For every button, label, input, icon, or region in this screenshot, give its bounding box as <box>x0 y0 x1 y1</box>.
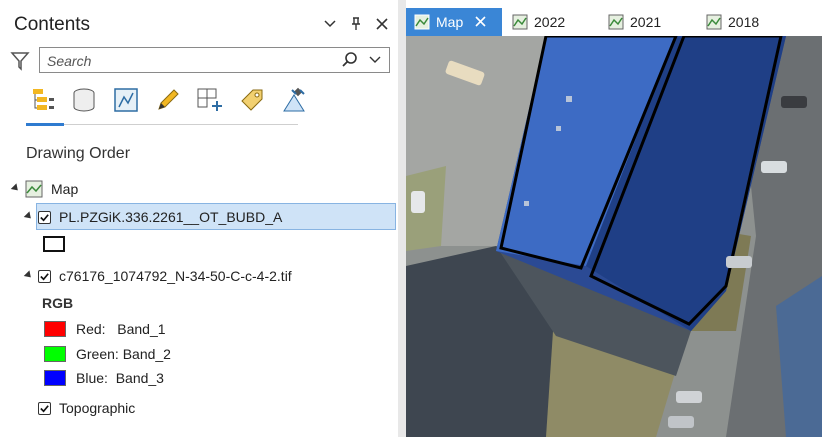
color-swatch <box>44 346 66 362</box>
map-icon <box>706 14 722 30</box>
tab-2021[interactable]: 2021 <box>600 8 661 36</box>
color-swatch <box>44 370 66 386</box>
contents-toolbar <box>26 85 310 115</box>
rgb-heading: RGB <box>42 295 74 311</box>
editing-pencil-icon[interactable] <box>152 85 184 115</box>
data-source-icon[interactable] <box>68 85 100 115</box>
pin-icon[interactable] <box>348 14 364 34</box>
pane-controls <box>322 14 390 34</box>
drawing-order-icon[interactable] <box>26 85 58 115</box>
tree-item-map[interactable]: Map <box>10 180 79 198</box>
pane-splitter[interactable] <box>398 0 406 437</box>
layer-visibility-checkbox[interactable] <box>38 401 51 415</box>
perspective-imagery-satellite-icon[interactable] <box>278 85 310 115</box>
tree-item-label: Map <box>51 181 79 197</box>
pane-options-chevron-icon[interactable] <box>322 14 338 34</box>
search-input[interactable] <box>45 51 339 71</box>
band-red[interactable]: Red: Band_1 <box>44 321 166 337</box>
tree-item-label: PL.PZGiK.336.2261__OT_BUBD_A <box>59 209 283 225</box>
tree-item-label: Topographic <box>59 400 136 416</box>
band-blue[interactable]: Blue: Band_3 <box>44 370 164 386</box>
map-icon <box>608 14 624 30</box>
expand-arrow-icon[interactable] <box>10 183 21 194</box>
expand-arrow-icon[interactable] <box>23 270 34 281</box>
labeling-tag-icon[interactable] <box>236 85 268 115</box>
tree-item-layer-topographic[interactable]: Topographic <box>38 400 135 416</box>
band-label: Red: Band_1 <box>76 321 166 337</box>
tree-item-layer-raster[interactable]: c76176_1074792_N-34-50-C-c-4-2.tif <box>23 268 292 284</box>
map-view[interactable] <box>406 36 822 437</box>
tab-2022[interactable]: 2022 <box>504 8 565 36</box>
toolbar-divider <box>26 124 298 125</box>
selection-icon[interactable] <box>110 85 142 115</box>
map-icon <box>414 14 430 30</box>
tab-2018[interactable]: 2018 <box>698 8 759 36</box>
color-swatch <box>44 321 66 337</box>
filter-icon[interactable] <box>10 51 30 71</box>
search-icon[interactable] <box>341 51 359 69</box>
layer-visibility-checkbox[interactable] <box>38 210 51 224</box>
snapping-icon[interactable] <box>194 85 226 115</box>
map-icon <box>512 14 528 30</box>
pane-title: Contents <box>14 14 91 35</box>
polygon-symbol-icon[interactable] <box>43 236 65 252</box>
tree-item-label: c76176_1074792_N-34-50-C-c-4-2.tif <box>59 268 292 284</box>
map-tabs: Map 2022 2021 2018 <box>406 8 822 36</box>
contents-pane: Contents Search Drawing Order Map PL.PZG… <box>0 0 398 437</box>
band-green[interactable]: Green: Band_2 <box>44 346 171 362</box>
tree-item-layer-buildings[interactable]: PL.PZGiK.336.2261__OT_BUBD_A <box>23 209 283 225</box>
expand-arrow-icon[interactable] <box>23 211 34 222</box>
active-tool-indicator <box>26 123 64 126</box>
close-tab-icon[interactable] <box>475 14 486 30</box>
tab-label: 2021 <box>630 14 662 30</box>
close-icon[interactable] <box>374 14 390 34</box>
section-title: Drawing Order <box>26 145 131 162</box>
band-label: Blue: Band_3 <box>76 370 164 386</box>
search-options-chevron-icon[interactable] <box>369 51 383 69</box>
tab-map[interactable]: Map <box>406 8 502 36</box>
layer-visibility-checkbox[interactable] <box>38 269 51 283</box>
search-box[interactable] <box>39 47 390 73</box>
tab-label: Map <box>436 14 464 30</box>
map-icon <box>25 180 43 198</box>
tab-label: 2022 <box>534 14 566 30</box>
band-label: Green: Band_2 <box>76 346 171 362</box>
tab-label: 2018 <box>728 14 760 30</box>
aerial-imagery <box>406 36 822 437</box>
